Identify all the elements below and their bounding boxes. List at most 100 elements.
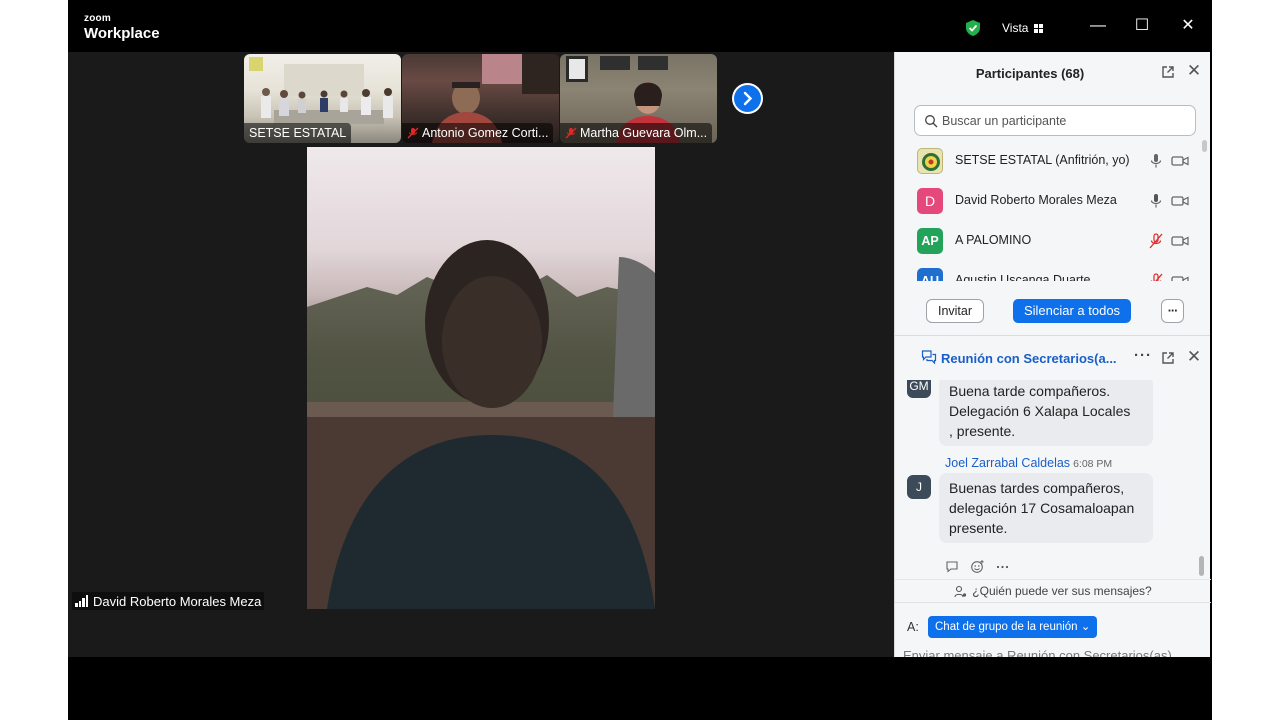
sender-avatar: J — [907, 475, 931, 499]
video-thumbnail[interactable]: SETSE ESTATAL — [244, 54, 401, 143]
participant-avatar — [917, 148, 943, 174]
muted-mic-icon — [407, 127, 419, 139]
more-options-button[interactable]: ··· — [1161, 299, 1184, 323]
message-line: delegación 17 Cosamaloapan — [949, 500, 1135, 516]
view-button-label: Vista — [1002, 21, 1029, 35]
maximize-button[interactable]: ☐ — [1130, 14, 1154, 38]
participants-panel: Participantes (68) ✕ SETSE ESTATAL (Anfi… — [894, 52, 1210, 335]
chat-title[interactable]: Reunión con Secretarios(a... — [941, 351, 1117, 366]
participant-avatar: AU — [917, 268, 943, 281]
close-participants-button[interactable]: ✕ — [1185, 62, 1203, 80]
logo-bottom-text: Workplace — [84, 25, 160, 42]
message-line: Delegación 6 Xalapa Locales — [949, 403, 1131, 419]
participants-panel-title: Participantes (68) — [975, 66, 1085, 81]
participant-name: Martha Guevara Olm... — [580, 126, 708, 140]
zoom-window: zoom Workplace Vista — ☐ ✕ SETSE ESTATAL… — [68, 0, 1212, 720]
reply-icon[interactable] — [945, 559, 960, 574]
organization-logo-icon — [922, 153, 940, 171]
minimize-button[interactable]: — — [1086, 14, 1110, 38]
participant-row[interactable]: AU Agustin Uscanga Duarte — [895, 261, 1201, 281]
person-eye-icon — [954, 585, 967, 597]
title-bar: zoom Workplace Vista — ☐ ✕ — [68, 0, 1212, 52]
message-sender: Joel Zarrabal Caldelas 6:08 PM — [945, 456, 1112, 470]
message-line: Buena tarde compañeros. — [949, 383, 1111, 399]
scrollbar-thumb[interactable] — [1202, 140, 1207, 152]
gallery-grid-icon — [1034, 23, 1044, 33]
emoji-reaction-icon[interactable] — [970, 559, 985, 574]
participant-search[interactable] — [914, 105, 1196, 136]
muted-mic-icon[interactable] — [1149, 273, 1163, 281]
message-time: 6:08 PM — [1073, 458, 1113, 470]
video-off-icon[interactable] — [1171, 194, 1189, 208]
search-icon — [925, 115, 938, 128]
bottom-toolbar — [68, 657, 1212, 720]
next-page-button-inner — [734, 85, 761, 112]
participant-name: SETSE ESTATAL — [249, 126, 347, 140]
participant-name: A PALOMINO — [955, 233, 1032, 247]
chat-bubbles-icon — [921, 350, 937, 365]
mute-all-button[interactable]: Silenciar a todos — [1013, 299, 1131, 323]
participant-name: SETSE ESTATAL (Anfitrión, yo) — [955, 153, 1130, 167]
participant-avatar: D — [917, 188, 943, 214]
message-line: Buenas tardes compañeros, — [949, 480, 1125, 496]
video-off-icon[interactable] — [1171, 274, 1189, 281]
participant-list: SETSE ESTATAL (Anfitrión, yo) D David Ro… — [895, 141, 1201, 281]
sender-avatar: GM — [907, 380, 931, 398]
participant-list-scrollbar[interactable] — [1202, 138, 1207, 283]
popout-icon[interactable] — [1161, 351, 1175, 365]
chevron-right-icon — [743, 91, 753, 106]
video-thumbnail[interactable]: Martha Guevara Olm... — [560, 54, 717, 143]
participant-row[interactable]: D David Roberto Morales Meza — [895, 181, 1201, 221]
close-chat-button[interactable]: ✕ — [1185, 348, 1203, 366]
gallery-strip: SETSE ESTATAL Antonio Gomez Corti... Mar… — [68, 52, 894, 146]
active-speaker-name: David Roberto Morales Meza — [93, 593, 262, 609]
chat-scrollbar[interactable] — [1198, 380, 1205, 578]
muted-mic-icon[interactable] — [1149, 233, 1163, 249]
participant-row[interactable]: AP A PALOMINO — [895, 221, 1201, 261]
message-line: , presente. — [949, 423, 1016, 439]
popout-icon[interactable] — [1161, 65, 1175, 79]
logo-top-text: zoom — [84, 13, 111, 24]
shield-check-icon[interactable] — [964, 19, 982, 37]
sender-name: Joel Zarrabal Caldelas — [945, 456, 1071, 470]
message-bubble[interactable]: Buena tarde compañeros. Delegación 6 Xal… — [939, 380, 1153, 446]
close-window-button[interactable]: ✕ — [1176, 14, 1200, 38]
speaker-video-image — [307, 240, 655, 609]
chat-panel: Reunión con Secretarios(a... ··· ✕ GM Bu… — [894, 335, 1211, 664]
video-off-icon[interactable] — [1171, 154, 1189, 168]
view-button[interactable]: Vista — [1002, 18, 1044, 38]
message-bubble[interactable]: Buenas tardes compañeros, delegación 17 … — [939, 473, 1153, 543]
next-page-button[interactable] — [732, 83, 763, 114]
mic-icon[interactable] — [1149, 193, 1163, 209]
invite-button[interactable]: Invitar — [926, 299, 984, 323]
participant-avatar: AP — [917, 228, 943, 254]
recipient-dropdown[interactable]: Chat de grupo de la reunión ⌄ — [928, 616, 1098, 638]
thumbnail-name-label: SETSE ESTATAL — [244, 123, 352, 143]
chat-messages: GM Buena tarde compañeros. Delegación 6 … — [895, 380, 1195, 578]
zoom-workplace-logo: zoom Workplace — [84, 13, 160, 42]
participant-name: David Roberto Morales Meza — [955, 193, 1117, 207]
video-off-icon[interactable] — [1171, 234, 1189, 248]
recipient-label: A: — [907, 620, 919, 634]
signal-strength-icon — [75, 595, 88, 607]
participant-search-input[interactable] — [942, 110, 1187, 132]
participant-name: Antonio Gomez Corti... — [422, 126, 549, 140]
message-actions — [945, 559, 1010, 574]
participant-row[interactable]: SETSE ESTATAL (Anfitrión, yo) — [895, 141, 1201, 181]
mic-icon[interactable] — [1149, 153, 1163, 169]
who-can-see-messages[interactable]: ¿Quién puede ver sus mensajes? — [895, 579, 1211, 603]
video-thumbnail[interactable]: Antonio Gomez Corti... — [402, 54, 559, 143]
active-speaker-label: David Roberto Morales Meza — [72, 592, 265, 610]
thumbnail-name-label: Antonio Gomez Corti... — [402, 123, 554, 143]
screenshot-stage: zoom Workplace Vista — ☐ ✕ SETSE ESTATAL… — [0, 0, 1280, 720]
active-speaker-video[interactable] — [307, 147, 655, 609]
video-area: SETSE ESTATAL Antonio Gomez Corti... Mar… — [68, 52, 894, 657]
chat-more-button[interactable]: ··· — [1134, 347, 1152, 364]
more-icon[interactable] — [995, 559, 1010, 574]
who-can-see-text: ¿Quién puede ver sus mensajes? — [972, 584, 1152, 598]
scrollbar-thumb[interactable] — [1199, 556, 1204, 576]
message-line: presente. — [949, 520, 1008, 536]
muted-mic-icon — [565, 127, 577, 139]
participant-name: Agustin Uscanga Duarte — [955, 273, 1091, 281]
thumbnail-name-label: Martha Guevara Olm... — [560, 123, 713, 143]
